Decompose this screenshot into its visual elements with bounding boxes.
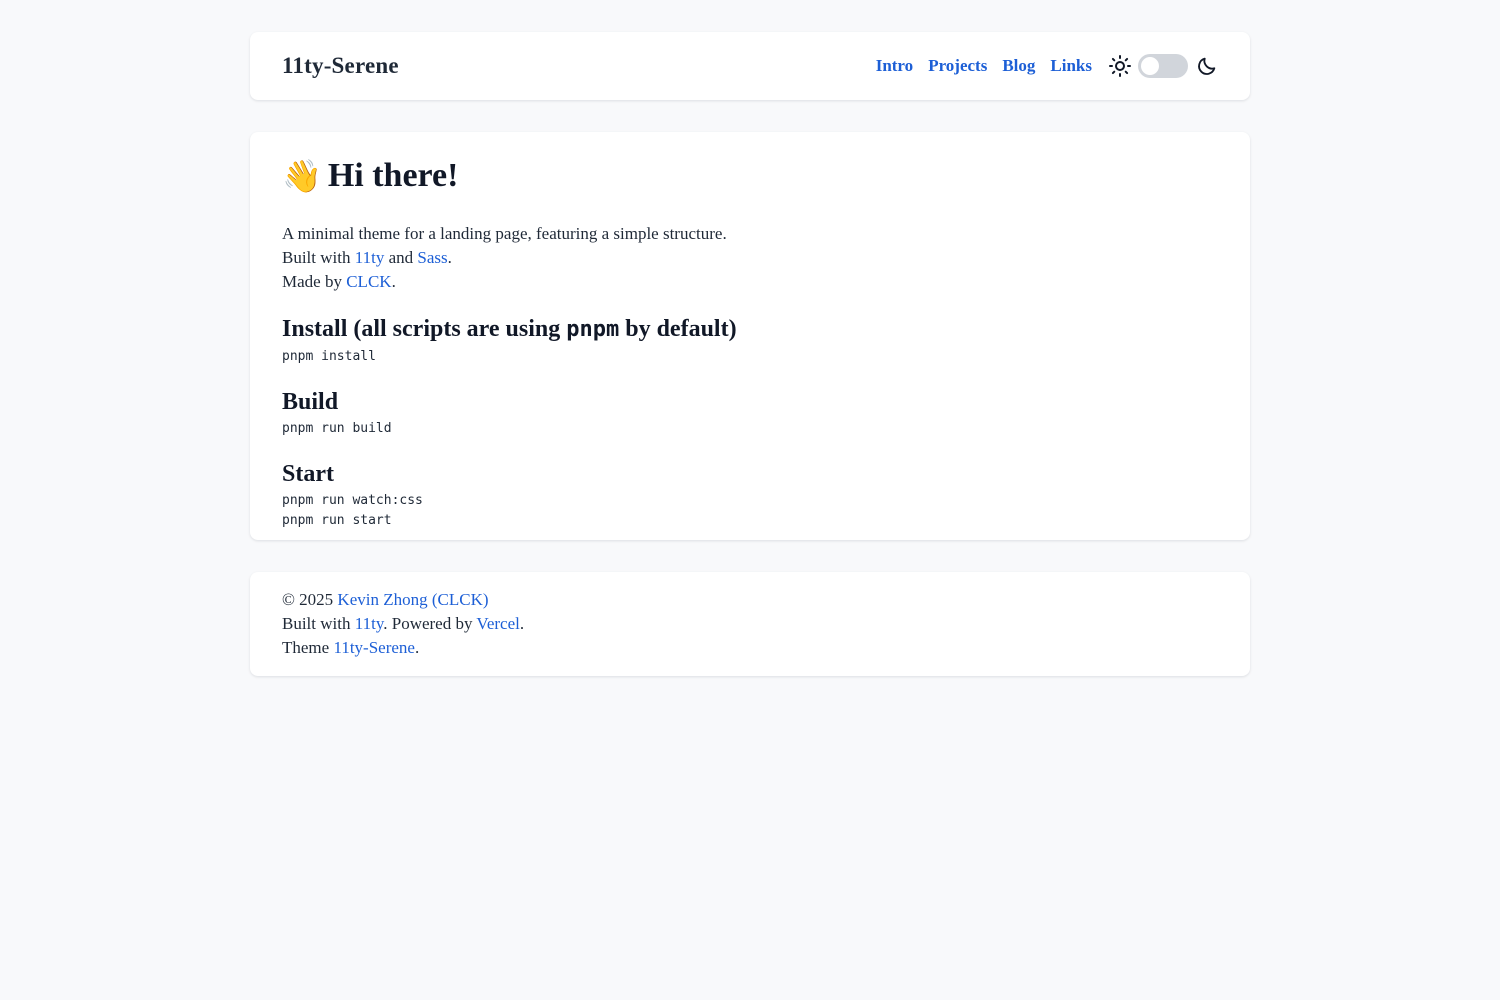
install-heading-code: pnpm — [566, 317, 620, 342]
nav-link-blog[interactable]: Blog — [1002, 56, 1035, 76]
nav-link-links[interactable]: Links — [1050, 56, 1092, 76]
footer-theme: Theme 11ty-Serene. — [282, 636, 1218, 660]
intro-line-description: A minimal theme for a landing page, feat… — [282, 224, 727, 243]
build-section: Build pnpm run build — [282, 387, 1218, 439]
install-heading-suffix: by default) — [619, 316, 737, 342]
install-heading-prefix: Install (all scripts are using — [282, 316, 567, 342]
intro-line-made: Made by CLCK. — [282, 270, 1218, 294]
footer-built-label: Built with — [282, 614, 355, 633]
sun-icon — [1108, 54, 1132, 78]
link-clck[interactable]: CLCK — [346, 272, 391, 291]
link-sass[interactable]: Sass — [417, 248, 447, 267]
start-command-start: pnpm run start — [282, 513, 392, 528]
copyright-label: © 2025 — [282, 590, 338, 609]
footer-theme-label: Theme — [282, 638, 334, 657]
nav-link-intro[interactable]: Intro — [876, 56, 913, 76]
start-command-watch: pnpm run watch:css — [282, 493, 423, 508]
intro-text: A minimal theme for a landing page, feat… — [282, 222, 1218, 294]
and-label: and — [384, 248, 418, 267]
made-by-label: Made by — [282, 272, 347, 291]
build-heading: Build — [282, 389, 339, 415]
site-header: 11ty-Serene Intro Projects Blog Links — [250, 32, 1250, 100]
period: . — [414, 638, 420, 657]
footer-link-vercel[interactable]: Vercel — [476, 614, 519, 633]
footer-link-theme[interactable]: 11ty-Serene — [333, 638, 415, 657]
period: . — [447, 248, 452, 267]
waving-hand-emoji: 👋 — [282, 157, 322, 195]
start-section: Start pnpm run watch:css pnpm run start — [282, 459, 1218, 531]
main-content: 👋 Hi there! A minimal theme for a landin… — [250, 132, 1250, 540]
theme-switcher — [1108, 54, 1218, 78]
build-command: pnpm run build — [282, 421, 392, 436]
nav-link-projects[interactable]: Projects — [928, 56, 987, 76]
main-nav: Intro Projects Blog Links — [876, 54, 1218, 78]
period: . — [391, 272, 396, 291]
site-brand[interactable]: 11ty-Serene — [282, 53, 399, 79]
site-footer: © 2025 Kevin Zhong (CLCK) Built with 11t… — [250, 572, 1250, 676]
footer-link-11ty[interactable]: 11ty — [355, 614, 384, 633]
footer-powered-label: . Powered by — [383, 614, 477, 633]
footer-author-link[interactable]: Kevin Zhong (CLCK) — [337, 590, 488, 609]
page-title-text: Hi there! — [327, 157, 459, 194]
toggle-knob — [1141, 57, 1159, 75]
theme-toggle[interactable] — [1138, 54, 1188, 78]
link-11ty[interactable]: 11ty — [355, 248, 385, 267]
install-command: pnpm install — [282, 349, 376, 364]
moon-icon — [1196, 55, 1218, 77]
footer-built-with: Built with 11ty. Powered by Vercel. — [282, 612, 1218, 636]
footer-copyright: © 2025 Kevin Zhong (CLCK) — [282, 588, 1218, 612]
start-heading: Start — [282, 461, 334, 487]
install-heading: Install (all scripts are using pnpm by d… — [282, 314, 1218, 345]
built-with-label: Built with — [282, 248, 355, 267]
page-title: 👋 Hi there! — [282, 156, 1218, 196]
period: . — [519, 614, 525, 633]
install-section: Install (all scripts are using pnpm by d… — [282, 314, 1218, 367]
intro-line-built: Built with 11ty and Sass. — [282, 246, 1218, 270]
